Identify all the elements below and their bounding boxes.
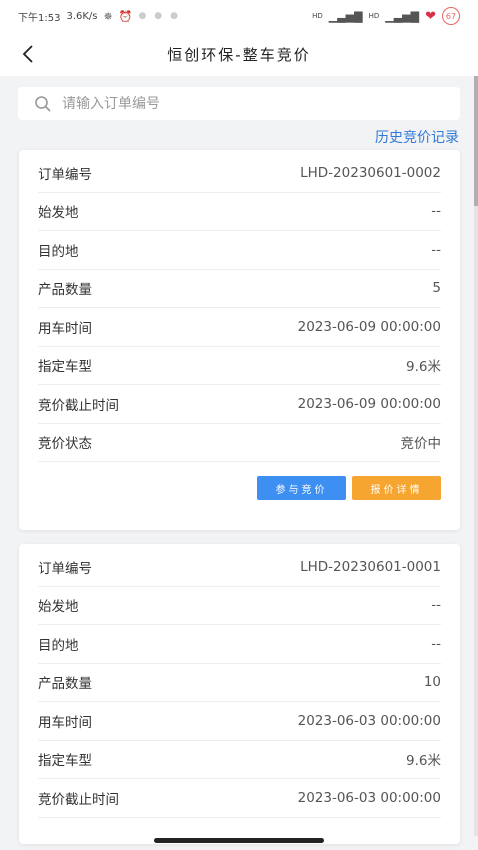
use-time-label: 用车时间	[38, 714, 92, 731]
deadline-row: 竞价截止时间 2023-06-09 00:00:00	[38, 385, 441, 424]
signal-bars-icon-2: ▁▃▅▇	[385, 9, 420, 23]
search-input[interactable]	[62, 95, 422, 112]
order-no-row: 订单编号 LHD-20230601-0001	[38, 548, 441, 587]
deadline-label: 竞价截止时间	[38, 791, 119, 808]
origin-row: 始发地 --	[38, 587, 441, 625]
use-time-value: 2023-06-03 00:00:00	[297, 712, 441, 729]
vehicle-type-value: 9.6米	[406, 359, 441, 376]
status-label: 竞价状态	[38, 436, 92, 453]
destination-value: --	[431, 635, 441, 652]
network-speed: 3.6K/s	[66, 10, 98, 22]
use-time-row: 用车时间 2023-06-03 00:00:00	[38, 702, 441, 741]
vehicle-type-label: 指定车型	[38, 359, 92, 376]
status-value: 竞价中	[400, 436, 442, 453]
status-time: 下午1:53	[18, 12, 61, 24]
quantity-label: 产品数量	[38, 282, 92, 299]
battery-level: 67	[445, 11, 457, 21]
search-bar[interactable]	[18, 87, 460, 120]
home-indicator[interactable]	[154, 838, 324, 843]
order-no-label: 订单编号	[38, 560, 92, 577]
quantity-value: 10	[423, 674, 441, 691]
status-row: 竞价状态 竞价中	[38, 424, 442, 462]
use-time-label: 用车时间	[38, 320, 92, 337]
status-right: HD ▁▃▅▇ HD ▁▃▅▇ ❤ 67	[312, 7, 460, 25]
quantity-row: 产品数量 5	[38, 270, 441, 308]
alarm-clock-icon: ⏰	[118, 9, 133, 23]
card-actions: 参与竞价 报价详情	[38, 476, 441, 500]
order-card: 订单编号 LHD-20230601-0002 始发地 -- 目的地 -- 产品数…	[19, 150, 460, 530]
destination-row: 目的地 --	[38, 231, 441, 270]
origin-label: 始发地	[38, 205, 79, 222]
join-bidding-button[interactable]: 参与竞价	[257, 476, 346, 500]
scrollbar[interactable]	[474, 76, 478, 836]
deadline-label: 竞价截止时间	[38, 397, 119, 414]
scrollbar-thumb[interactable]	[474, 76, 478, 206]
deadline-value: 2023-06-09 00:00:00	[297, 395, 441, 412]
use-time-value: 2023-06-09 00:00:00	[297, 318, 441, 335]
signal-hd-1: HD	[312, 12, 323, 20]
search-icon	[35, 95, 51, 112]
back-button[interactable]	[14, 40, 42, 68]
deadline-value: 2023-06-03 00:00:00	[297, 789, 441, 806]
battery-icon: 67	[442, 7, 460, 25]
quantity-value: 5	[432, 280, 441, 297]
heart-icon: ❤	[425, 8, 436, 24]
signal-bars-icon-1: ▁▃▅▇	[328, 9, 363, 23]
order-no-value: LHD-20230601-0001	[300, 558, 441, 575]
origin-row: 始发地 --	[38, 193, 441, 231]
order-card: 订单编号 LHD-20230601-0001 始发地 -- 目的地 -- 产品数…	[19, 544, 460, 844]
vehicle-type-row: 指定车型 9.6米	[38, 347, 441, 385]
order-no-value: LHD-20230601-0002	[300, 164, 441, 181]
status-bar: 下午1:53 3.6K/s ✵ ⏰ ● ● ● HD ▁▃▅▇ HD ▁▃▅▇ ❤ …	[0, 0, 478, 32]
vehicle-type-label: 指定车型	[38, 753, 92, 770]
status-left: 下午1:53 3.6K/s ✵ ⏰ ● ● ●	[18, 9, 178, 24]
destination-value: --	[431, 241, 441, 258]
destination-row: 目的地 --	[38, 625, 441, 664]
origin-value: --	[431, 203, 441, 220]
use-time-row: 用车时间 2023-06-09 00:00:00	[38, 308, 441, 347]
destination-label: 目的地	[38, 243, 79, 260]
status-dots: ● ● ●	[138, 11, 179, 21]
signal-hd-2: HD	[368, 12, 380, 20]
nav-bar: 恒创环保-整车竞价	[0, 32, 478, 76]
history-bidding-link[interactable]: 历史竞价记录	[375, 127, 459, 147]
vehicle-type-row: 指定车型 9.6米	[38, 741, 441, 779]
quantity-label: 产品数量	[38, 676, 92, 693]
quantity-row: 产品数量 10	[38, 664, 441, 702]
page-title: 恒创环保-整车竞价	[167, 45, 311, 64]
order-no-row: 订单编号 LHD-20230601-0002	[38, 154, 441, 193]
order-no-label: 订单编号	[38, 166, 92, 183]
chevron-left-icon	[22, 45, 33, 63]
destination-label: 目的地	[38, 637, 79, 654]
notification-off-icon: ✵	[103, 9, 113, 23]
vehicle-type-value: 9.6米	[406, 753, 441, 770]
deadline-row: 竞价截止时间 2023-06-03 00:00:00	[38, 779, 441, 818]
origin-label: 始发地	[38, 599, 79, 616]
origin-value: --	[431, 597, 441, 614]
quote-details-button[interactable]: 报价详情	[352, 476, 441, 500]
